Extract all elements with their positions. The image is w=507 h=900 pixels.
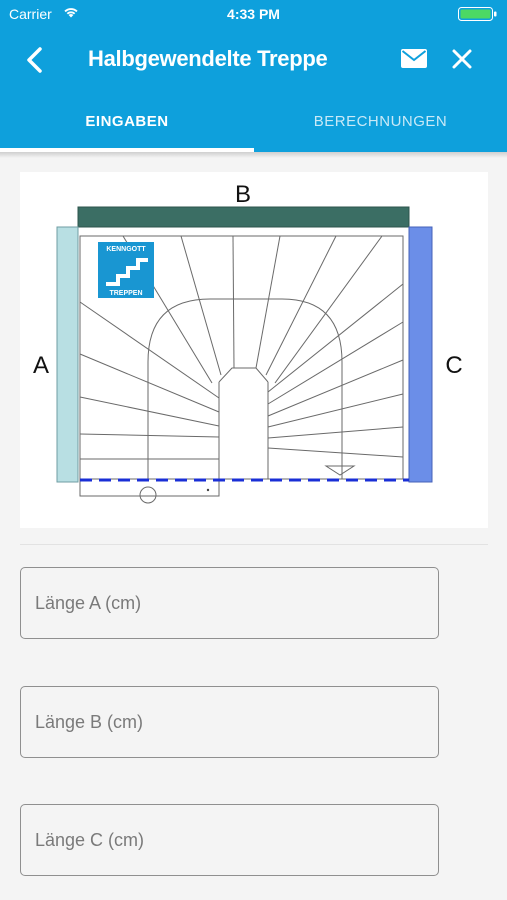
app-header: Carrier 4:33 PM Halbgewendelte Treppe EI… bbox=[0, 0, 507, 152]
close-icon[interactable] bbox=[450, 47, 474, 71]
label-a: A bbox=[33, 352, 49, 379]
section-divider bbox=[20, 544, 488, 545]
header-shadow bbox=[0, 152, 507, 158]
tab-eingaben[interactable]: EINGABEN bbox=[0, 100, 254, 152]
mail-icon[interactable] bbox=[401, 48, 427, 70]
logo-text-bottom: TREPPEN bbox=[109, 290, 142, 297]
length-c-field[interactable] bbox=[20, 804, 439, 876]
status-bar: Carrier 4:33 PM bbox=[0, 0, 507, 28]
page-title: Halbgewendelte Treppe bbox=[88, 46, 328, 71]
label-b: B bbox=[235, 181, 251, 208]
length-c-input[interactable] bbox=[21, 805, 438, 875]
side-c-bar bbox=[408, 226, 433, 483]
logo-text-top: KENNGOTT bbox=[106, 246, 146, 253]
label-c: C bbox=[445, 352, 462, 379]
kenngott-logo-icon: KENNGOTT TREPPEN bbox=[98, 242, 154, 298]
length-a-field[interactable] bbox=[20, 567, 439, 639]
tab-bar: EINGABEN BERECHNUNGEN bbox=[0, 100, 507, 152]
side-b-bar bbox=[77, 206, 410, 228]
stair-diagram: B A C KENNGOTT TREPPEN bbox=[20, 172, 488, 528]
length-b-field[interactable] bbox=[20, 686, 439, 758]
nav-bar: Halbgewendelte Treppe bbox=[0, 30, 507, 90]
status-time: 4:33 PM bbox=[227, 6, 280, 22]
side-a-bar bbox=[56, 226, 79, 483]
stair-diagram-graphic: B A C KENNGOTT TREPPEN bbox=[33, 181, 463, 504]
battery-icon bbox=[458, 7, 497, 21]
back-chevron-icon[interactable] bbox=[22, 46, 48, 74]
tab-berechnungen[interactable]: BERECHNUNGEN bbox=[254, 100, 507, 152]
length-b-input[interactable] bbox=[21, 687, 438, 757]
length-a-input[interactable] bbox=[21, 568, 438, 638]
